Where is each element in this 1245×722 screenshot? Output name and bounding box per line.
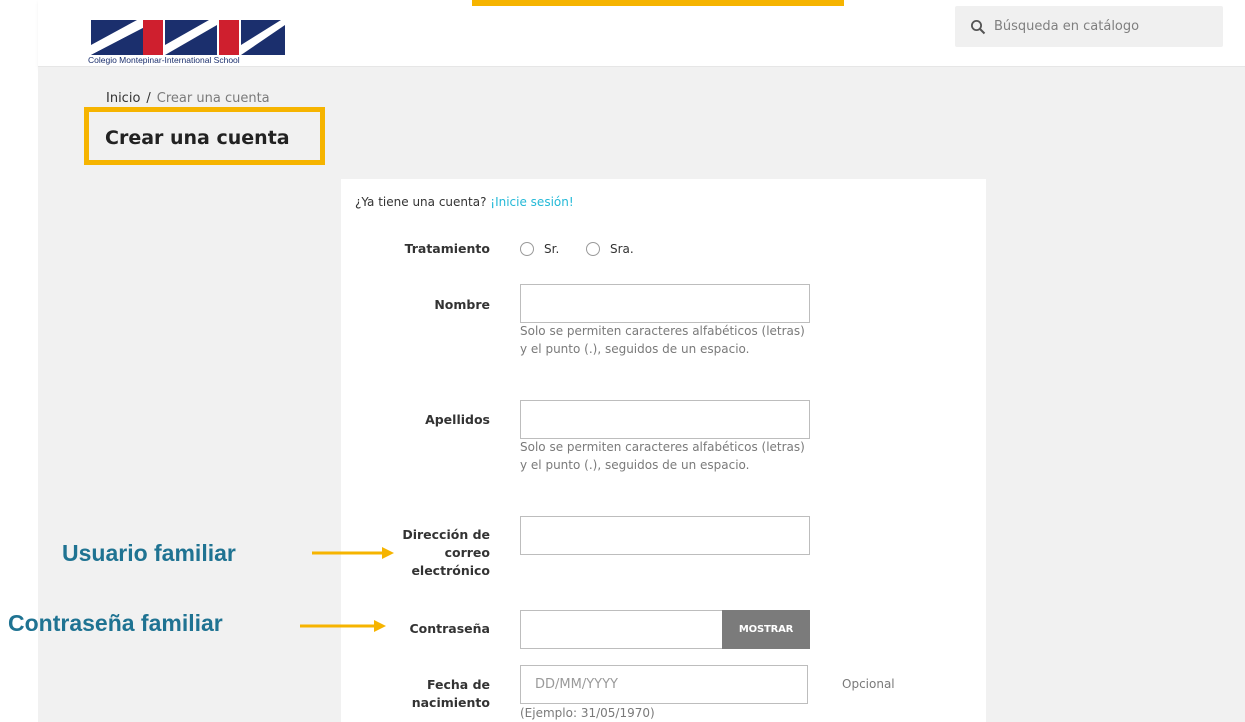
- password-field[interactable]: [520, 610, 723, 649]
- logo-flag-right: [165, 20, 217, 55]
- email-field[interactable]: [520, 516, 810, 555]
- birthdate-label: Fecha de nacimiento: [370, 676, 490, 712]
- login-link[interactable]: ¡Inicie sesión!: [490, 195, 573, 209]
- arrow-right-icon: [312, 547, 394, 559]
- breadcrumb-home[interactable]: Inicio: [106, 91, 140, 106]
- birthdate-label-line1: Fecha de: [426, 677, 490, 692]
- apellidos-help-text: Solo se permiten caracteres alfabéticos …: [520, 440, 805, 472]
- birthdate-label-line2: nacimiento: [411, 695, 490, 710]
- logo-flag-left: [91, 20, 143, 55]
- login-prompt-text: ¿Ya tiene una cuenta?: [355, 195, 487, 209]
- logo-red-bar: [143, 20, 163, 55]
- apellidos-label: Apellidos: [425, 412, 490, 427]
- email-label-line3: electrónico: [411, 563, 490, 578]
- logo-caption: Colegio Montepinar-International School: [88, 55, 240, 65]
- arrow-right-icon: [300, 620, 386, 632]
- page-title: Crear una cuenta: [105, 127, 290, 149]
- login-prompt: ¿Ya tiene una cuenta? ¡Inicie sesión!: [355, 195, 574, 209]
- radio-circle-icon[interactable]: [586, 242, 600, 256]
- breadcrumb-current: Crear una cuenta: [156, 91, 270, 106]
- nombre-label: Nombre: [434, 297, 490, 312]
- highlight-bar: [472, 0, 844, 6]
- radio-circle-icon[interactable]: [520, 242, 534, 256]
- nombre-field[interactable]: [520, 284, 810, 323]
- show-password-button[interactable]: MOSTRAR: [722, 610, 810, 649]
- logo-flag-right-2: [241, 20, 285, 55]
- annotation-password: Contraseña familiar: [8, 610, 223, 636]
- apellidos-field[interactable]: [520, 400, 810, 439]
- search-icon[interactable]: [970, 19, 986, 35]
- annotation-user: Usuario familiar: [62, 540, 236, 566]
- search-input[interactable]: [994, 13, 1214, 39]
- radio-mr[interactable]: Sr.: [520, 242, 559, 256]
- birthdate-field[interactable]: [520, 665, 808, 704]
- birthdate-optional: Opcional: [842, 677, 895, 691]
- radio-mrs[interactable]: Sra.: [586, 242, 634, 256]
- tratamiento-label: Tratamiento: [404, 241, 490, 256]
- logo-red-bar-2: [219, 20, 239, 55]
- password-label: Contraseña: [409, 621, 491, 636]
- breadcrumb: Inicio / Crear una cuenta: [106, 91, 270, 106]
- radio-mrs-label: Sra.: [610, 242, 634, 256]
- breadcrumb-separator: /: [146, 91, 151, 106]
- email-label-line1: Dirección de: [402, 527, 490, 542]
- radio-mr-label: Sr.: [544, 242, 560, 256]
- nombre-help-text: Solo se permiten caracteres alfabéticos …: [520, 324, 805, 356]
- birthdate-example: (Ejemplo: 31/05/1970): [520, 706, 655, 720]
